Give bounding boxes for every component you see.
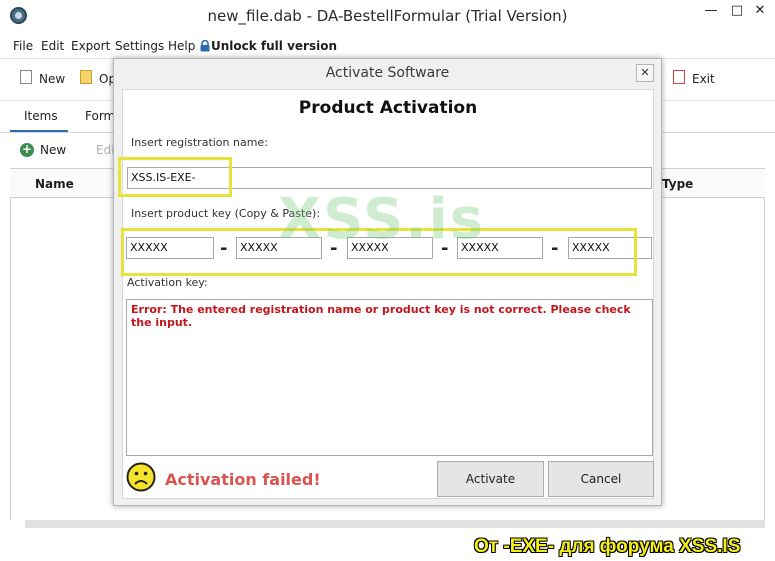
menu-unlock-full-version[interactable]: Unlock full version [211,39,337,53]
title-bar: new_file.dab - DA-BestellFormular (Trial… [0,0,775,32]
xss-watermark: XSS.is [278,187,486,252]
activation-key-textarea[interactable]: Error: The entered registration name or … [126,299,653,456]
menu-export[interactable]: Export [71,39,110,53]
add-icon: + [20,142,34,157]
highlight-registration-name [118,157,232,197]
registration-name-label: Insert registration name: [131,136,268,149]
maximize-button[interactable]: □ [726,0,748,22]
activate-software-dialog: Activate Software ✕ Product Activation I… [113,58,662,506]
grid-border-left [10,198,11,520]
menu-help[interactable]: Help [168,39,195,53]
dialog-body: Product Activation Insert registration n… [118,89,654,499]
sad-face-icon [126,462,156,492]
horizontal-scrollbar[interactable] [25,520,765,528]
sub-new-button[interactable]: New [40,143,66,157]
footer-caption: От -EXE- для форума XSS.IS [474,536,741,557]
menu-file[interactable]: File [13,39,33,53]
menu-edit[interactable]: Edit [41,39,64,53]
close-window-button[interactable]: ✕ [748,0,772,22]
exit-button[interactable]: Exit [692,72,715,86]
error-message: Error: The entered registration name or … [131,303,631,329]
lock-icon [200,40,210,52]
grid-border-right [764,198,765,520]
product-activation-heading: Product Activation [298,98,478,118]
window-title: new_file.dab - DA-BestellFormular (Trial… [207,7,568,25]
exit-icon [673,70,685,84]
dialog-title: Activate Software [325,65,450,81]
open-folder-icon [80,70,92,84]
activation-key-label: Activation key: [127,276,208,289]
tab-items[interactable]: Items [24,109,58,123]
column-header-type[interactable]: Type [662,177,693,191]
tab-form[interactable]: Form [85,109,115,123]
cancel-button[interactable]: Cancel [548,461,654,497]
activation-status: Activation failed! [165,470,321,489]
new-button[interactable]: New [39,72,65,86]
minimize-button[interactable]: — [700,0,722,22]
activate-button[interactable]: Activate [437,461,544,497]
new-file-icon [20,70,32,84]
menu-settings[interactable]: Settings [115,39,164,53]
sub-edit-button[interactable]: Edi [96,143,115,157]
column-header-name[interactable]: Name [35,177,74,191]
dialog-close-button[interactable]: ✕ [636,64,654,82]
